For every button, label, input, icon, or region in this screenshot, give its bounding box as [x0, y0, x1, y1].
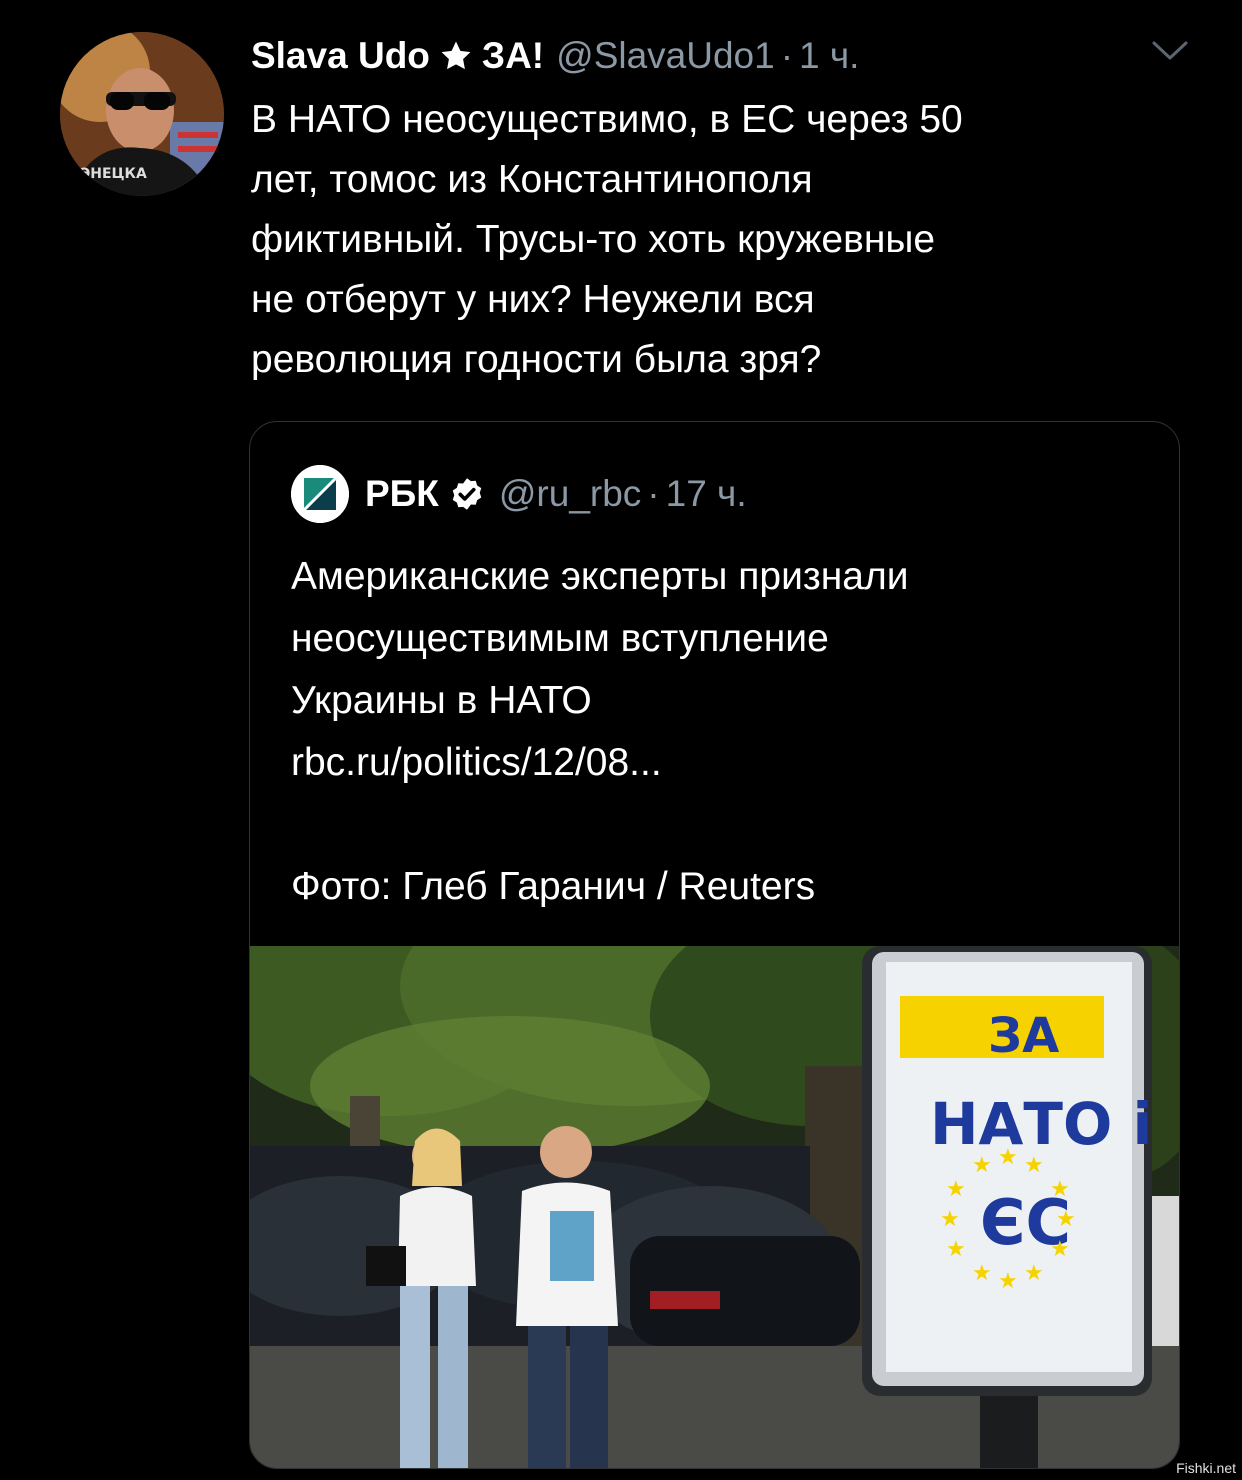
quoted-tweet-header: РБК @ru_rbc · 17 ч.	[291, 465, 747, 523]
quoted-tweet-photo[interactable]: ЗА НАТО і ЄС ★ ★ ★ ★ ★ ★ ★ ★ ★ ★ ★ ★	[250, 946, 1179, 1468]
tweet-text-line: В НАТО неосуществимо, в ЕС через 50	[251, 98, 963, 141]
svg-text:★: ★	[998, 1269, 1018, 1294]
svg-text:★: ★	[946, 1237, 966, 1262]
svg-text:★: ★	[972, 1261, 992, 1286]
quoted-tweet-text: Американские эксперты признали неосущест…	[291, 546, 1151, 918]
verified-badge-icon	[449, 476, 485, 512]
quoted-display-name[interactable]: РБК	[365, 473, 439, 515]
separator: ·	[780, 35, 794, 76]
svg-text:★: ★	[1050, 1177, 1070, 1202]
billboard-line-1: ЗА	[988, 1008, 1059, 1064]
svg-text:★: ★	[946, 1177, 966, 1202]
tweet-header: Slava Udo ЗА! @SlavaUdo1 · 1 ч.	[251, 30, 859, 82]
chevron-down-icon[interactable]	[1150, 38, 1190, 64]
svg-text:★: ★	[1024, 1261, 1044, 1286]
display-name[interactable]: Slava Udo	[251, 35, 430, 77]
tweet-text-line: не отберут у них? Неужели вся	[251, 278, 815, 321]
svg-text:ЭНЕЦКА: ЭНЕЦКА	[80, 166, 147, 182]
separator: ·	[647, 473, 660, 514]
rbc-logo[interactable]	[291, 465, 349, 523]
name-suffix: ЗА!	[481, 35, 545, 76]
avatar-image: ЭНЕЦКА	[60, 32, 224, 196]
watermark: Fishki.net	[1176, 1460, 1236, 1476]
tweet[interactable]: ЭНЕЦКА Slava Udo ЗА! @SlavaUdo1 · 1 ч. В…	[0, 0, 1242, 1480]
tweet-text-line: революция годности была зря?	[251, 338, 822, 381]
quoted-link[interactable]: rbc.ru/politics/12/08...	[291, 732, 1151, 794]
quoted-timestamp[interactable]: 17 ч.	[666, 473, 747, 515]
quoted-text-line: Американские эксперты признали	[291, 555, 909, 598]
handle[interactable]: @SlavaUdo1	[556, 35, 775, 77]
svg-text:★: ★	[940, 1207, 960, 1232]
svg-text:★: ★	[998, 1145, 1018, 1170]
quoted-tweet[interactable]: РБК @ru_rbc · 17 ч. Американские эксперт…	[249, 421, 1180, 1469]
quoted-text-line: неосуществимым вступление	[291, 617, 829, 660]
svg-text:★: ★	[972, 1153, 992, 1178]
billboard-line-2: НАТО і	[930, 1090, 1152, 1158]
quoted-text-line: Украины в НАТО	[291, 679, 592, 722]
timestamp[interactable]: 1 ч.	[799, 35, 859, 77]
svg-text:★: ★	[1024, 1153, 1044, 1178]
star-icon	[439, 39, 473, 73]
svg-text:★: ★	[1050, 1237, 1070, 1262]
tweet-text-line: лет, томос из Константинополя	[251, 158, 813, 201]
quoted-handle[interactable]: @ru_rbc	[499, 473, 641, 515]
svg-text:★: ★	[1056, 1207, 1076, 1232]
avatar[interactable]: ЭНЕЦКА	[60, 32, 224, 196]
photo-credit: Фото: Глеб Гаранич / Reuters	[291, 865, 816, 908]
tweet-text: В НАТО неосуществимо, в ЕС через 50 лет,…	[251, 90, 1171, 390]
tweet-text-line: фиктивный. Трусы-то хоть кружевные	[251, 218, 936, 261]
street-photo: ЗА НАТО і ЄС ★ ★ ★ ★ ★ ★ ★ ★ ★ ★ ★ ★	[250, 946, 1179, 1468]
